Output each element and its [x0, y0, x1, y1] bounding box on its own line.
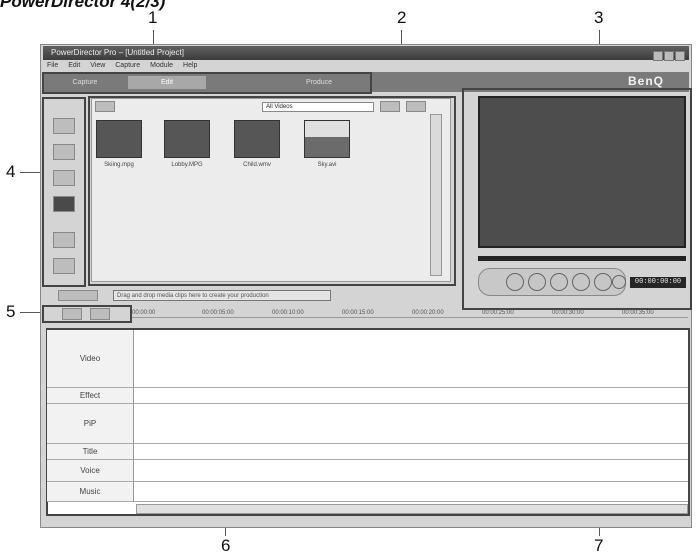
maximize-icon[interactable]	[664, 51, 674, 61]
ruler-mark: 00:00:35:00	[622, 310, 654, 316]
menu-edit[interactable]: Edit	[68, 62, 80, 69]
callout-box-view-switch	[42, 305, 132, 323]
callout-3: 3	[594, 8, 604, 27]
effect-track[interactable]	[133, 388, 688, 404]
voice-track[interactable]	[133, 460, 688, 482]
window-title: PowerDirector Pro – [Untitled Project]	[43, 46, 689, 60]
preview-screen	[478, 96, 686, 248]
status-message-field: Drag and drop media clips here to create…	[113, 290, 331, 301]
menu-help[interactable]: Help	[183, 62, 197, 69]
track-label-title: Title	[47, 444, 133, 460]
next-frame-icon[interactable]	[572, 273, 590, 291]
callout-5: 5	[6, 302, 16, 321]
ruler-mark: 00:00:05:00	[202, 310, 234, 316]
track-divider	[133, 330, 134, 502]
video-track[interactable]	[133, 330, 688, 388]
window-controls	[652, 48, 686, 61]
pip-track[interactable]	[133, 404, 688, 444]
title-track[interactable]	[133, 444, 688, 460]
track-label-video: Video	[47, 330, 133, 388]
menu-bar: File Edit View Capture Module Help	[43, 61, 689, 71]
ruler-mark: 00:00:30:00	[552, 310, 584, 316]
ruler-mark: 00:00:25:00	[482, 310, 514, 316]
page-title: PowerDirector 4(2/3)	[0, 0, 166, 11]
preview-seek-slider[interactable]	[478, 256, 686, 261]
effect-library-icon[interactable]	[53, 196, 75, 212]
leader-line-4	[20, 172, 42, 173]
image-library-icon[interactable]	[53, 144, 75, 160]
callout-box-library	[88, 96, 456, 286]
ruler-mark: 00:00:00	[132, 310, 156, 316]
menu-module[interactable]: Module	[150, 62, 173, 69]
menu-file[interactable]: File	[47, 62, 58, 69]
fast-forward-icon[interactable]	[594, 273, 612, 291]
ruler-mark: 00:00:10:00	[272, 310, 304, 316]
timecode-display: 00:00:00:00	[630, 277, 686, 288]
ruler-mark: 00:00:20:00	[412, 310, 444, 316]
callout-4: 4	[6, 162, 16, 181]
callout-1: 1	[148, 8, 158, 27]
menu-capture[interactable]: Capture	[115, 62, 140, 69]
timeline-view-icon[interactable]	[90, 308, 110, 320]
pip-object-icon[interactable]	[53, 232, 75, 248]
track-label-pip: PiP	[47, 404, 133, 444]
close-icon[interactable]	[675, 51, 685, 61]
play-icon[interactable]	[506, 273, 524, 291]
track-label-effect: Effect	[47, 388, 133, 404]
menu-view[interactable]: View	[90, 62, 105, 69]
video-library-icon[interactable]	[53, 118, 75, 134]
callout-7: 7	[594, 536, 604, 555]
leader-line-5	[20, 312, 42, 313]
snapshot-icon[interactable]	[612, 275, 626, 289]
ruler-mark: 00:00:15:00	[342, 310, 374, 316]
previous-frame-icon[interactable]	[550, 273, 568, 291]
track-label-music: Music	[47, 482, 133, 502]
title-text-icon[interactable]	[53, 258, 75, 274]
callout-box-tabs	[42, 72, 372, 94]
benq-logo: BenQ	[628, 74, 665, 88]
stop-icon[interactable]	[528, 273, 546, 291]
audio-library-icon[interactable]	[53, 170, 75, 186]
timeline-scrollbar[interactable]	[136, 504, 688, 514]
track-label-voice: Voice	[47, 460, 133, 482]
music-track[interactable]	[133, 482, 688, 502]
callout-6: 6	[221, 536, 231, 555]
minimize-icon[interactable]	[653, 51, 663, 61]
timeline-ruler: 00:00:00 00:00:05:00 00:00:10:00 00:00:1…	[132, 308, 688, 318]
storyboard-view-icon[interactable]	[62, 308, 82, 320]
callout-2: 2	[397, 8, 407, 27]
library-view-mode-icon[interactable]	[58, 290, 98, 301]
